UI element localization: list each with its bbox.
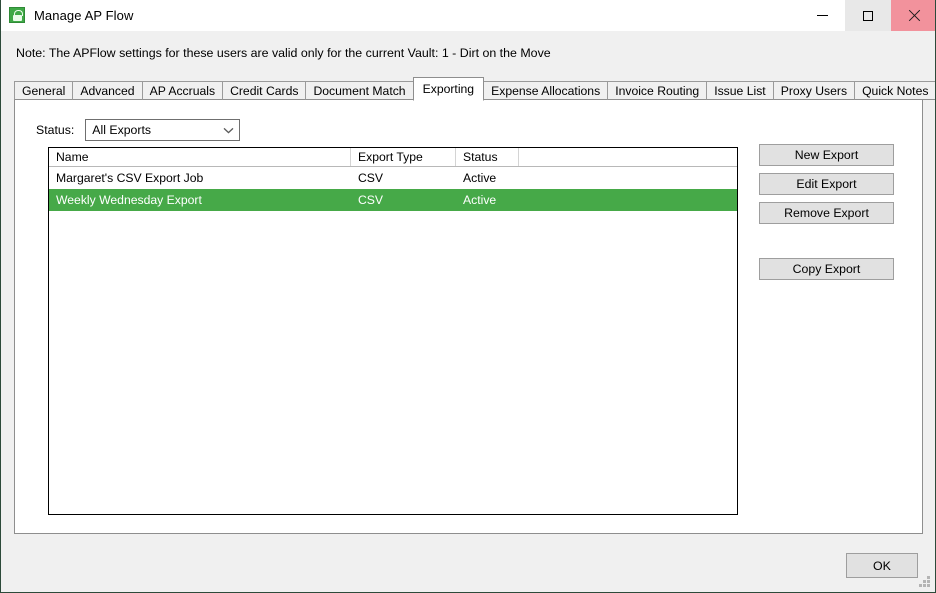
status-filter-dropdown[interactable]: All Exports: [85, 119, 241, 141]
column-header-name[interactable]: Name: [49, 148, 351, 166]
status-filter-row: Status: All Exports: [36, 119, 241, 141]
tab-proxy-users[interactable]: Proxy Users: [772, 81, 856, 100]
title-bar: Manage AP Flow: [1, 0, 935, 31]
tab-label: Advanced: [80, 83, 135, 98]
vault-note-text: Note: The APFlow settings for these user…: [16, 46, 551, 60]
tab-quick-notes[interactable]: Quick Notes: [854, 81, 935, 100]
chevron-down-icon: [217, 120, 239, 140]
table-row[interactable]: Margaret's CSV Export Job CSV Active: [49, 167, 737, 189]
window-title: Manage AP Flow: [34, 7, 134, 23]
tab-label: Document Match: [313, 83, 406, 98]
minimize-button[interactable]: [799, 0, 845, 31]
cell-status: Active: [463, 171, 497, 185]
exports-list-header: Name Export Type Status: [49, 148, 737, 167]
resize-grip[interactable]: [918, 576, 931, 589]
tab-advanced[interactable]: Advanced: [72, 81, 143, 100]
lock-green-icon: [9, 7, 25, 23]
column-header-export-type[interactable]: Export Type: [351, 148, 456, 166]
tab-label: Invoice Routing: [615, 83, 700, 98]
exports-list[interactable]: Name Export Type Status Margaret's CSV E…: [48, 147, 738, 515]
tab-strip: General Advanced AP Accruals Credit Card…: [14, 77, 935, 101]
tab-label: AP Accruals: [149, 83, 216, 98]
manage-ap-flow-window: Manage AP Flow Note: The APFlow settings…: [0, 0, 936, 593]
column-header-filler[interactable]: [519, 148, 737, 166]
tab-expense-allocations[interactable]: Expense Allocations: [483, 81, 609, 100]
tab-general[interactable]: General: [14, 81, 74, 100]
tab-label: Expense Allocations: [491, 83, 601, 98]
remove-export-button[interactable]: Remove Export: [759, 202, 894, 224]
window-controls: [799, 0, 935, 31]
maximize-icon: [863, 10, 873, 21]
edit-export-button[interactable]: Edit Export: [759, 173, 894, 195]
cell-export-type: CSV: [358, 193, 384, 207]
tab-issue-list[interactable]: Issue List: [706, 81, 774, 100]
export-actions-panel: New Export Edit Export Remove Export Cop…: [759, 144, 894, 287]
cell-status: Active: [463, 193, 497, 207]
status-filter-label: Status:: [36, 123, 75, 137]
tab-label: Issue List: [714, 83, 766, 98]
cell-filler: [519, 189, 737, 211]
tab-credit-cards[interactable]: Credit Cards: [222, 81, 307, 100]
tab-label: General: [22, 83, 66, 98]
cell-filler: [519, 167, 737, 189]
status-filter-value: All Exports: [92, 123, 152, 137]
tab-label: Proxy Users: [780, 83, 848, 98]
cell-export-type: CSV: [358, 171, 384, 185]
tab-invoice-routing[interactable]: Invoice Routing: [607, 81, 708, 100]
tab-label: Quick Notes: [862, 83, 929, 98]
ok-button[interactable]: OK: [846, 553, 918, 578]
tab-exporting[interactable]: Exporting: [412, 77, 485, 101]
minimize-icon: [816, 15, 828, 16]
close-button[interactable]: [891, 0, 935, 31]
tab-label: Credit Cards: [230, 83, 299, 98]
copy-export-button[interactable]: Copy Export: [759, 258, 894, 280]
new-export-button[interactable]: New Export: [759, 144, 894, 166]
table-row[interactable]: Weekly Wednesday Export CSV Active: [49, 189, 737, 211]
close-icon: [908, 10, 920, 22]
exporting-tab-panel: Status: All Exports Name Export Type Sta…: [14, 99, 923, 534]
tab-label: Exporting: [422, 82, 475, 96]
tab-document-match[interactable]: Document Match: [305, 81, 414, 100]
tab-ap-accruals[interactable]: AP Accruals: [141, 81, 224, 100]
column-header-status[interactable]: Status: [456, 148, 519, 166]
cell-name: Weekly Wednesday Export: [56, 193, 202, 207]
maximize-button[interactable]: [845, 0, 891, 31]
cell-name: Margaret's CSV Export Job: [56, 171, 204, 185]
